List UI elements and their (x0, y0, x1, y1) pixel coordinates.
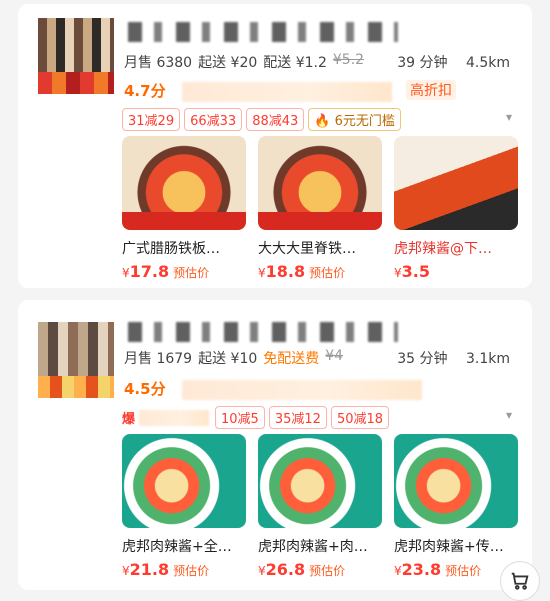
original-fee: ¥5.2 (332, 52, 365, 68)
promo-blurred (182, 82, 393, 102)
product-card[interactable]: 虎邦辣酱@下… ¥3.5 (394, 136, 518, 281)
coupon[interactable]: 31减29 (122, 108, 181, 131)
product-price: ¥26.8 预估价 (258, 560, 346, 579)
product-name: 虎邦辣酱@下… (394, 241, 492, 257)
promo-blurred (182, 380, 423, 400)
product-name: 虎邦肉辣酱+传… (394, 539, 504, 555)
product-image (394, 136, 518, 230)
store-name-blurred (128, 22, 398, 42)
store-stats: 月售 1679 起送 ¥10 免配送费 ¥4 35 分钟 3.1km (124, 348, 516, 368)
rating-row: 4.7分 高折扣 (124, 80, 516, 102)
store-stats: 月售 6380 起送 ¥20 配送 ¥1.2 ¥5.2 39 分钟 4.5km (124, 52, 516, 72)
coupon-row[interactable]: 爆 10减5 35减12 50减18 ▾ (122, 406, 516, 429)
min-order: 起送 ¥10 (198, 351, 258, 367)
coupon-row[interactable]: 31减29 66减33 88减43 🔥 6元无门槛 ▾ (122, 108, 516, 131)
product-name: 大大大里脊铁… (258, 241, 356, 257)
eta-distance: 35 分钟 3.1km (389, 348, 516, 368)
chevron-down-icon[interactable]: ▾ (506, 408, 512, 422)
product-price: ¥21.8 预估价 (122, 560, 210, 579)
eta-distance: 39 分钟 4.5km (389, 52, 516, 72)
discount-tag: 高折扣 (406, 80, 456, 100)
flame-icon: 🔥 (314, 114, 331, 129)
distance: 3.1km (465, 351, 510, 367)
chevron-down-icon[interactable]: ▾ (506, 110, 512, 124)
coupon[interactable]: 50减18 (330, 406, 390, 429)
monthly-sales: 月售 1679 (124, 351, 193, 367)
original-fee: ¥4 (325, 348, 344, 364)
product-image (122, 434, 246, 528)
product-image (258, 136, 382, 230)
rating-row: 4.5分 (124, 378, 516, 400)
product-price: ¥17.8 预估价 (122, 262, 210, 281)
eta: 39 分钟 (397, 55, 448, 71)
delivery-fee: 配送 ¥1.2 (263, 55, 327, 71)
product-card[interactable]: 虎邦肉辣酱+肉… ¥26.8 预估价 (258, 434, 382, 579)
cart-icon (511, 572, 529, 590)
product-name: 虎邦肉辣酱+肉… (258, 539, 368, 555)
coupon-label: 6元无门槛 (334, 114, 395, 129)
store-card[interactable]: 月售 1679 起送 ¥10 免配送费 ¥4 35 分钟 3.1km 4.5分 … (18, 300, 532, 590)
product-card[interactable]: 广式腊肠铁板… ¥17.8 预估价 (122, 136, 246, 281)
hot-badge: 爆 (122, 412, 136, 427)
rating: 4.7分 (124, 82, 166, 100)
product-list: 广式腊肠铁板… ¥17.8 预估价 大大大里脊铁… ¥18.8 预估价 虎邦辣酱@下… (122, 136, 532, 281)
coupon[interactable]: 35减12 (268, 406, 327, 429)
product-name: 广式腊肠铁板… (122, 241, 220, 257)
store-card[interactable]: 月售 6380 起送 ¥20 配送 ¥1.2 ¥5.2 39 分钟 4.5km … (18, 4, 532, 288)
product-card[interactable]: 虎邦肉辣酱+传… ¥23.8 预估价 (394, 434, 518, 579)
monthly-sales: 月售 6380 (124, 55, 193, 71)
product-image (258, 434, 382, 528)
store-thumbnail (38, 18, 114, 94)
product-price: ¥3.5 (394, 262, 430, 281)
rating: 4.5分 (124, 380, 166, 398)
coupon[interactable]: 88减43 (246, 108, 305, 131)
store-name-blurred (128, 322, 398, 342)
product-list: 虎邦肉辣酱+全… ¥21.8 预估价 虎邦肉辣酱+肉… ¥26.8 预估价 虎邦肉辣… (122, 434, 532, 579)
distance: 4.5km (465, 55, 510, 71)
eta: 35 分钟 (397, 351, 448, 367)
product-image (394, 434, 518, 528)
coupon-no-threshold[interactable]: 🔥 6元无门槛 (308, 108, 401, 131)
product-card[interactable]: 虎邦肉辣酱+全… ¥21.8 预估价 (122, 434, 246, 579)
product-price: ¥18.8 预估价 (258, 262, 346, 281)
store-thumbnail (38, 322, 114, 398)
coupon[interactable]: 66减33 (184, 108, 243, 131)
product-image (122, 136, 246, 230)
promo-blurred (139, 409, 210, 426)
min-order: 起送 ¥20 (198, 55, 258, 71)
product-card[interactable]: 大大大里脊铁… ¥18.8 预估价 (258, 136, 382, 281)
delivery-fee: 免配送费 (263, 351, 320, 367)
coupon[interactable]: 10减5 (215, 406, 265, 429)
cart-button[interactable] (500, 561, 540, 601)
product-name: 虎邦肉辣酱+全… (122, 539, 232, 555)
